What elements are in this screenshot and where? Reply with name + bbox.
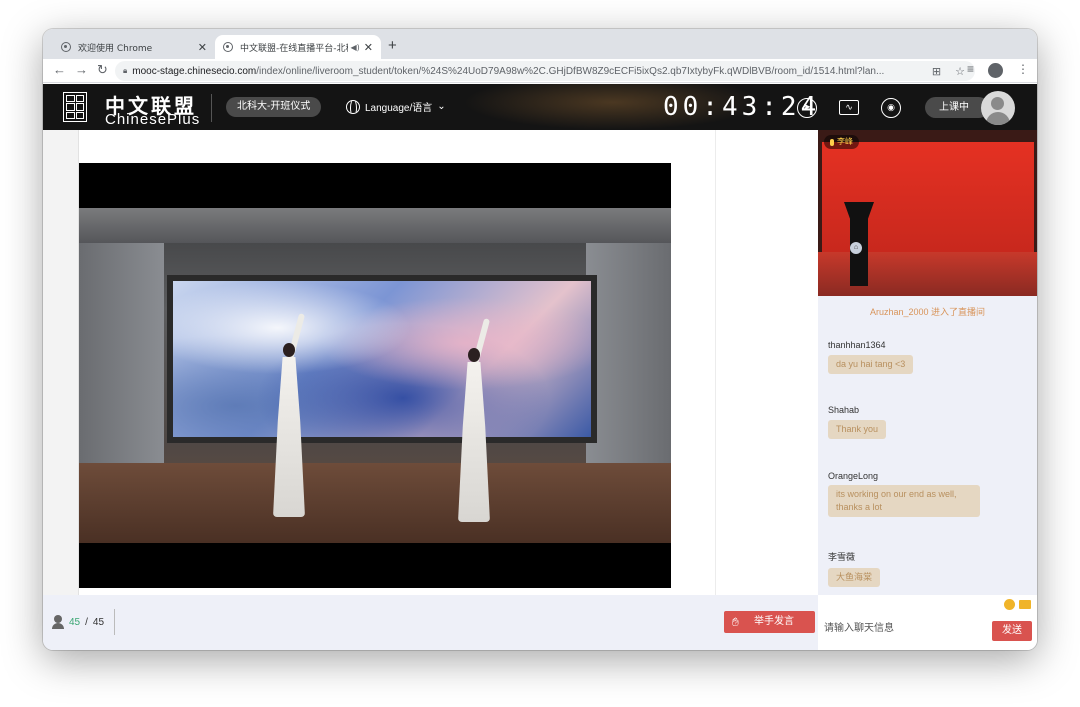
tab-liveroom[interactable]: 中文联盟-在线直播平台-北科 ◀) ✕ [215, 35, 381, 59]
online-users[interactable]: 45 / 45 [52, 615, 104, 629]
reading-list-icon[interactable]: ≡ [967, 62, 974, 77]
chat-username: OrangeLong [828, 471, 879, 481]
raise-hand-button[interactable]: ✋︎ 举手发言 [724, 611, 815, 633]
speaker-icon[interactable]: ◀) [351, 43, 360, 52]
chat-message: OrangeLong its working on our end as wel… [828, 471, 980, 517]
close-icon[interactable]: ✕ [198, 41, 207, 54]
video-wall-left [79, 243, 164, 493]
system-message: Aruzhan_2000 进入了直播间 [869, 307, 986, 317]
class-status-badge: 上课中 [925, 97, 989, 118]
speaker-tag: 李峰 [824, 135, 859, 149]
tab-welcome[interactable]: 欢迎使用 Chrome ✕ [53, 35, 215, 59]
total-count: 45 [92, 616, 105, 628]
dancer-figure [454, 318, 494, 528]
chat-input[interactable]: 请输入聊天信息 [824, 619, 894, 634]
dancer-figure [269, 313, 309, 523]
profile-icon[interactable] [988, 63, 1003, 78]
chat-username: Shahab [828, 405, 860, 415]
bottom-divider [114, 609, 115, 635]
forward-icon[interactable]: → [75, 62, 88, 77]
language-selector[interactable]: Language/语言 ⌄ [346, 99, 446, 114]
count-separator: / [85, 616, 88, 628]
chat-bubble: 大鱼海棠 [828, 568, 881, 587]
url-path: /index/online/liveroom_student/token/%24… [256, 65, 885, 77]
left-rail [43, 130, 79, 595]
middle-panel [715, 130, 818, 595]
online-count: 45 [69, 616, 81, 628]
chat-bubble: Thank you [828, 420, 887, 439]
video-wall-right [586, 243, 671, 493]
close-icon[interactable]: ✕ [364, 41, 373, 54]
raise-hand-label: 举手发言 [754, 616, 794, 627]
teacher-camera[interactable]: ⌂ 李峰 [818, 130, 1037, 296]
chat-username: 李雪薇 [828, 552, 856, 562]
compass-icon[interactable]: ➤ [797, 98, 817, 118]
users-icon [52, 615, 64, 629]
signal-icon[interactable]: ◉ [881, 98, 901, 118]
browser-window: 欢迎使用 Chrome ✕ 中文联盟-在线直播平台-北科 ◀) ✕ + ← → … [43, 29, 1037, 650]
chat-username: thanhhan1364 [828, 340, 886, 350]
url-host: mooc-stage.chinesecio.com [132, 65, 257, 77]
microphone-icon [830, 138, 834, 146]
tab-title: 欢迎使用 Chrome [78, 43, 153, 54]
language-label: Language/语言 [365, 103, 433, 114]
lock-icon[interactable]: 🔒︎ [123, 66, 127, 76]
podium-logo-icon: ⌂ [850, 242, 862, 254]
avatar[interactable] [981, 91, 1015, 125]
chat-message: 李雪薇 大鱼海棠 [828, 550, 881, 587]
chat-message: thanhhan1364 da yu hai tang <3 [828, 340, 914, 374]
speaker-name: 李峰 [837, 137, 853, 146]
translate-icon[interactable]: ⊞ [932, 65, 941, 78]
globe-icon [223, 42, 233, 52]
course-title: 北科大-开班仪式 [226, 97, 322, 117]
logo-seal-icon [63, 92, 87, 122]
reload-icon[interactable]: ↻ [97, 62, 108, 78]
address-bar[interactable]: 🔒︎ mooc-stage.chinesecio.com/index/onlin… [115, 61, 975, 81]
video-backdrop-screen [167, 275, 597, 443]
chat-message: Shahab Thank you [828, 405, 887, 439]
header-divider [211, 94, 212, 122]
chat-bubble: its working on our end as well, thanks a… [828, 485, 980, 517]
video-ceiling [79, 208, 671, 243]
video-stage-floor [79, 463, 671, 543]
globe-icon [61, 42, 71, 52]
chevron-down-icon: ⌄ [437, 101, 446, 112]
bottom-bar: 45 / 45 ✋︎ 举手发言 [43, 595, 818, 650]
browser-toolbar: ← → ↻ 🔒︎ mooc-stage.chinesecio.com/index… [43, 59, 1037, 83]
tab-strip: 欢迎使用 Chrome ✕ 中文联盟-在线直播平台-北科 ◀) ✕ + [43, 29, 1037, 59]
folder-icon[interactable] [1019, 600, 1031, 609]
logo-english: ChinesePlus [105, 111, 201, 128]
hand-icon: ✋︎ [732, 615, 739, 629]
bookmark-star-icon[interactable]: ☆ [955, 65, 965, 78]
site-header: 中文联盟 ChinesePlus 北科大-开班仪式 Language/语言 ⌄ … [43, 84, 1037, 130]
globe-icon [346, 99, 360, 114]
chat-messages[interactable]: Aruzhan_2000 进入了直播间 thanhhan1364 da yu h… [818, 296, 1037, 590]
send-button[interactable]: 发送 [992, 621, 1032, 641]
chat-composer[interactable]: 请输入聊天信息 发送 [818, 595, 1037, 650]
right-panel: ⌂ 李峰 Aruzhan_2000 进入了直播间 thanhhan1364 da… [818, 130, 1037, 650]
network-monitor-icon[interactable]: ∿ [839, 100, 859, 115]
emoji-icon[interactable] [1004, 599, 1015, 610]
chat-bubble: da yu hai tang <3 [828, 355, 914, 374]
new-tab-button[interactable]: + [388, 37, 397, 54]
tab-title: 中文联盟-在线直播平台-北科 [240, 43, 348, 54]
back-icon[interactable]: ← [53, 62, 66, 77]
menu-icon[interactable]: ⋮ [1017, 62, 1029, 77]
main-video[interactable] [79, 163, 671, 588]
